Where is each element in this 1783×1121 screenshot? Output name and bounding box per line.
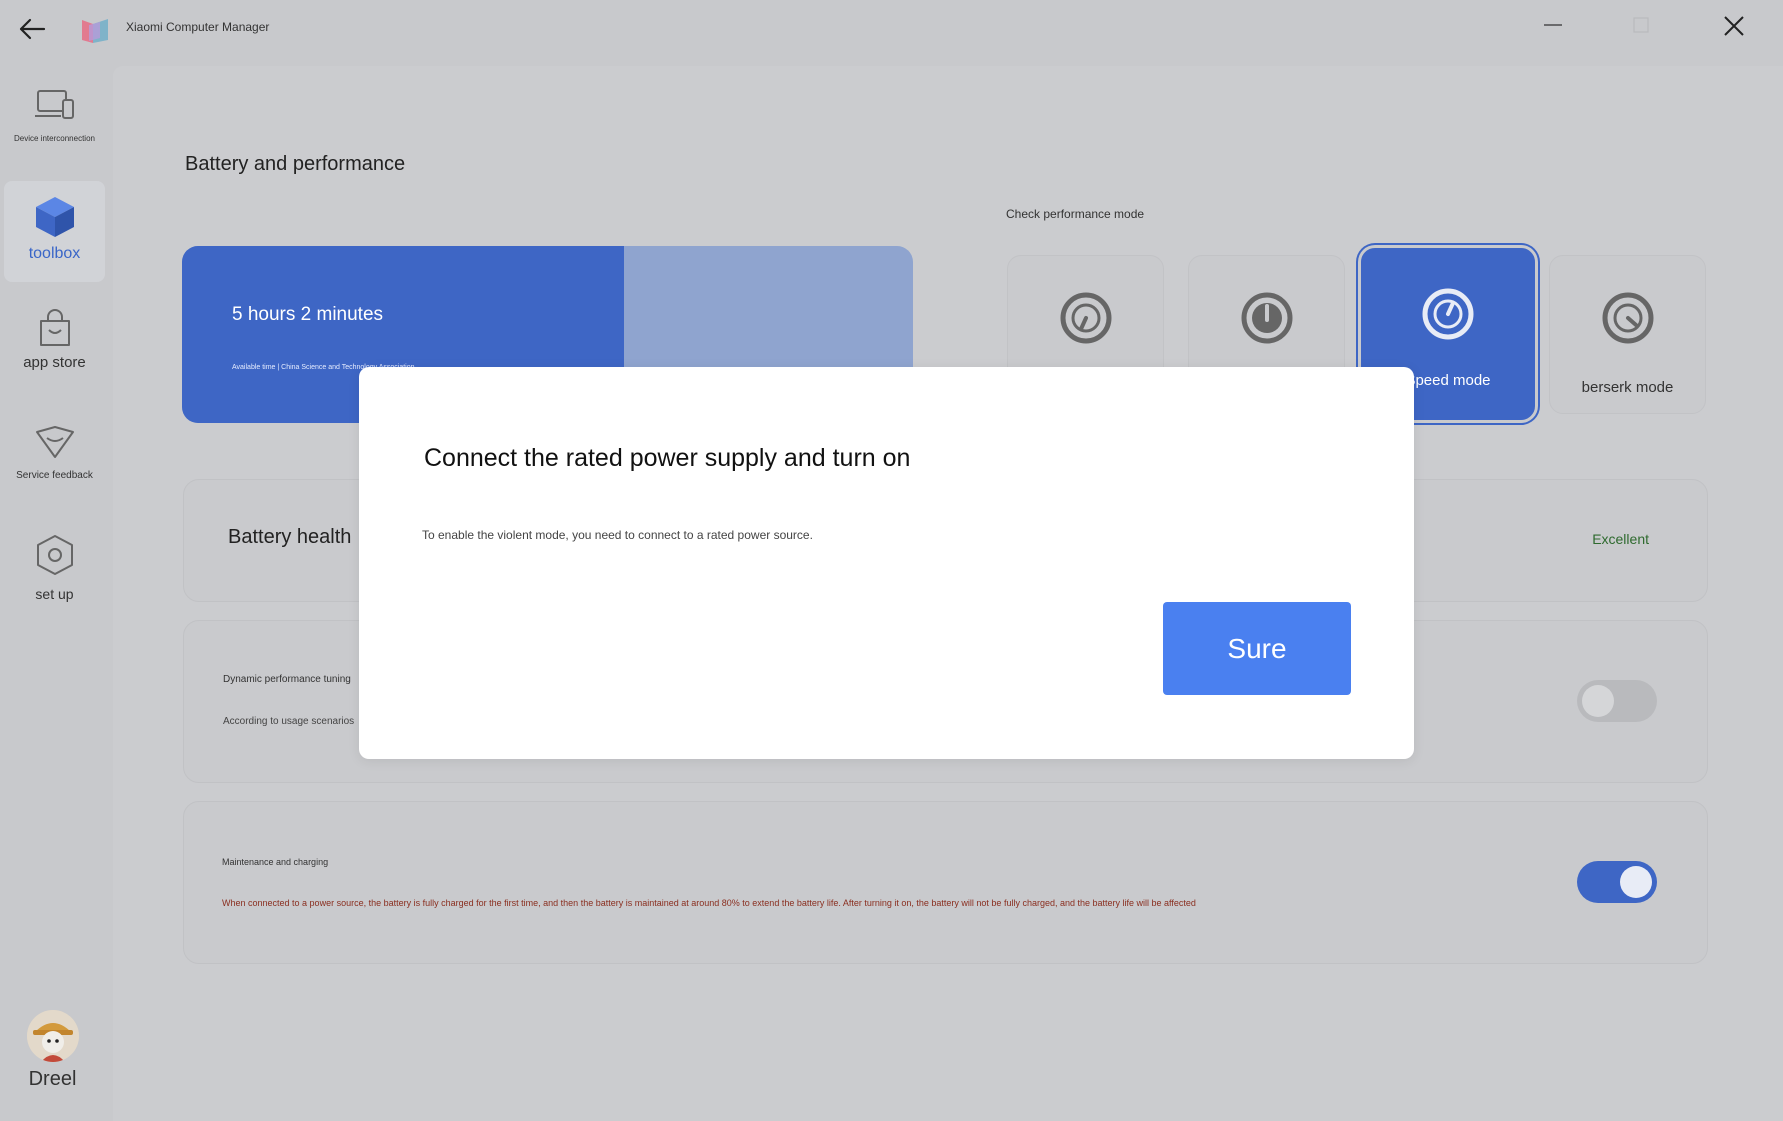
dynamic-tuning-toggle[interactable] <box>1577 680 1657 722</box>
avatar <box>26 1010 79 1062</box>
heart-badge-icon <box>35 426 74 458</box>
battery-health-label: Battery health <box>228 526 352 548</box>
maintenance-charging-card: Maintenance and charging When connected … <box>183 801 1708 964</box>
battery-health-value: Excellent <box>1592 531 1649 547</box>
speedometer-icon <box>1422 288 1474 340</box>
app-logo-icon <box>80 16 110 46</box>
performance-mode-label: Check performance mode <box>1006 207 1145 221</box>
sidebar-item-service-feedback[interactable]: Service feedback <box>4 424 105 504</box>
speedometer-icon <box>1060 292 1111 344</box>
back-arrow-icon <box>19 18 46 40</box>
shopping-bag-icon <box>39 309 70 346</box>
dynamic-tuning-desc: According to usage scenarios <box>223 716 355 727</box>
back-button[interactable] <box>14 12 50 46</box>
page-title: Battery and performance <box>185 153 406 175</box>
speedometer-icon <box>1241 292 1292 344</box>
sidebar-item-label: app store <box>23 354 86 371</box>
maintenance-desc: When connected to a power source, the ba… <box>222 898 1196 908</box>
maintenance-title: Maintenance and charging <box>222 857 329 867</box>
user-name: Dreel <box>28 1068 77 1090</box>
sidebar-item-label: Device interconnection <box>14 134 95 143</box>
dynamic-tuning-title: Dynamic performance tuning <box>223 674 351 685</box>
mode-label: berserk mode <box>1581 379 1674 396</box>
speedometer-icon <box>1602 292 1653 344</box>
sidebar-item-set-up[interactable]: set up <box>4 534 105 624</box>
user-profile[interactable]: Dreel <box>10 1010 95 1091</box>
minimize-icon <box>1544 24 1562 26</box>
sidebar: Device interconnection toolbox app store… <box>0 58 113 1121</box>
sidebar-item-label: Service feedback <box>16 470 93 481</box>
dialog-title: Connect the rated power supply and turn … <box>424 444 911 472</box>
minimize-button[interactable] <box>1538 10 1568 40</box>
cube-icon <box>35 197 74 237</box>
close-button[interactable] <box>1716 8 1752 44</box>
sidebar-item-label: set up <box>35 586 74 602</box>
sidebar-item-toolbox[interactable]: toolbox <box>4 181 105 282</box>
sidebar-item-app-store[interactable]: app store <box>4 308 105 388</box>
mode-card-berserk[interactable]: berserk mode <box>1549 255 1706 414</box>
app-title: Xiaomi Computer Manager <box>126 20 270 34</box>
battery-remaining-time: 5 hours 2 minutes <box>232 304 384 325</box>
dialog-body: To enable the violent mode, you need to … <box>422 528 813 542</box>
title-bar: Xiaomi Computer Manager <box>0 0 1783 58</box>
sure-button[interactable]: Sure <box>1163 602 1351 695</box>
devices-icon <box>34 90 74 119</box>
close-icon <box>1724 16 1744 36</box>
sidebar-item-label: toolbox <box>28 245 81 262</box>
maximize-button[interactable] <box>1626 10 1656 40</box>
sidebar-item-device-interconnection[interactable]: Device interconnection <box>4 84 105 174</box>
maximize-icon <box>1633 17 1649 33</box>
settings-icon <box>36 535 73 575</box>
maintenance-charging-toggle[interactable] <box>1577 861 1657 903</box>
power-supply-dialog: Connect the rated power supply and turn … <box>359 367 1414 759</box>
